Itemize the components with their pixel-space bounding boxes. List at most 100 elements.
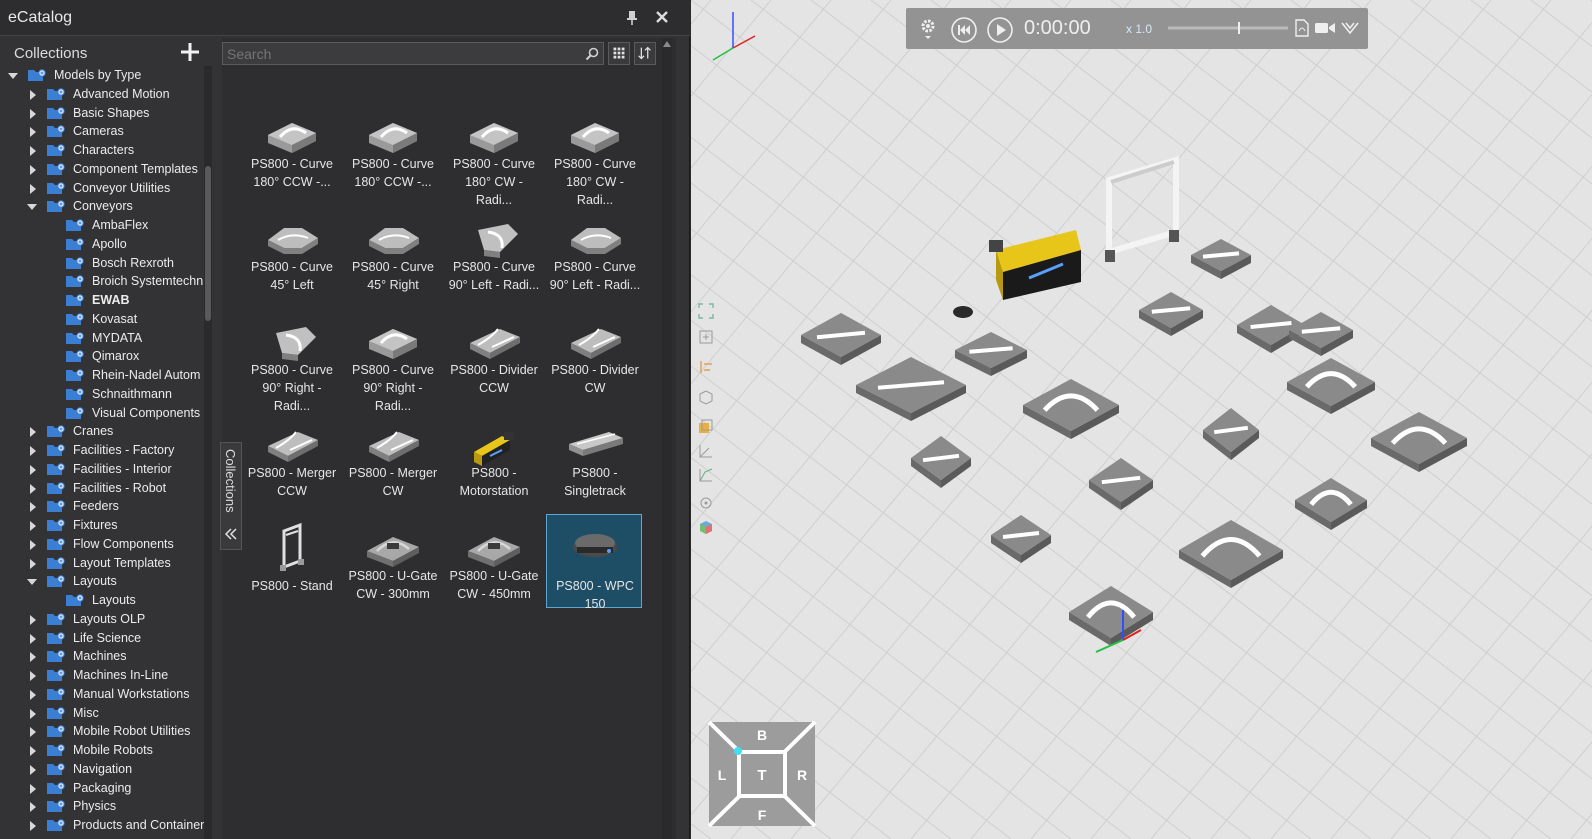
fit-all-icon[interactable] <box>697 302 715 320</box>
chevron-right-icon[interactable] <box>30 633 36 644</box>
model-tile[interactable]: PS800 - Curve 90° Left - Radi... <box>445 205 541 299</box>
chevron-right-icon[interactable] <box>30 89 36 100</box>
tree-item[interactable]: Mobile Robots <box>0 741 204 760</box>
tree-item[interactable]: Machines <box>0 647 204 666</box>
chevron-right-icon[interactable] <box>30 183 36 194</box>
model-tile[interactable]: PS800 - Curve 180° CW - Radi... <box>546 102 642 207</box>
tree-scroll-thumb[interactable] <box>205 166 211 321</box>
material-icon[interactable] <box>697 518 715 536</box>
model-tile[interactable]: PS800 - Stand <box>243 514 339 608</box>
tree-item[interactable]: Kovasat <box>0 310 204 329</box>
tree-item[interactable]: MYDATA <box>0 329 204 348</box>
view-cube-right[interactable]: R <box>797 767 807 783</box>
chevron-right-icon[interactable] <box>30 108 36 119</box>
chevron-right-icon[interactable] <box>30 802 36 813</box>
model-tile[interactable]: PS800 - Curve 90° Left - Radi... <box>546 205 642 299</box>
model-tile[interactable]: PS800 - Merger CCW <box>243 411 339 505</box>
vr-icon[interactable] <box>1340 19 1360 37</box>
snap-icon[interactable] <box>697 466 715 484</box>
scroll-up-arrow-icon[interactable] <box>663 41 671 47</box>
camera-target-icon[interactable] <box>697 494 715 512</box>
chevron-right-icon[interactable] <box>30 727 36 738</box>
tree-item[interactable]: Rhein-Nadel Autom <box>0 366 204 385</box>
grid-view-button[interactable] <box>608 42 630 65</box>
model-tile[interactable]: PS800 - Curve 180° CW - Radi... <box>445 102 541 207</box>
view-cube[interactable]: T B F L R <box>707 720 817 828</box>
search-box[interactable] <box>222 42 604 65</box>
tree-item[interactable]: Facilities - Factory <box>0 441 204 460</box>
chevron-down-icon[interactable] <box>27 579 37 586</box>
model-tile[interactable]: PS800 - Curve 45° Right <box>344 205 440 299</box>
grid-scrollbar[interactable] <box>662 38 672 839</box>
tree-item[interactable]: Qimarox <box>0 347 204 366</box>
chevron-right-icon[interactable] <box>30 764 36 775</box>
tree-item[interactable]: Layouts <box>0 572 204 591</box>
chevron-right-icon[interactable] <box>30 671 36 681</box>
chevron-right-icon[interactable] <box>30 614 36 625</box>
collections-side-tab[interactable]: Collections <box>220 442 242 550</box>
tree-item[interactable]: Conveyor Utilities <box>0 179 204 198</box>
view-cube-top[interactable]: T <box>757 767 766 784</box>
tree-item[interactable]: AmbaFlex <box>0 216 204 235</box>
render-mode-icon[interactable] <box>697 418 715 436</box>
3d-viewport[interactable]: 0:00:00 x 1.0 T B F L R <box>691 0 1592 839</box>
tree-item[interactable]: Facilities - Interior <box>0 460 204 479</box>
tree-item[interactable]: Navigation <box>0 760 204 779</box>
view-cube-back[interactable]: B <box>757 727 767 743</box>
tree-item[interactable]: Cameras <box>0 122 204 141</box>
model-tile[interactable]: PS800 - Singletrack <box>546 411 642 505</box>
model-tile[interactable]: PS800 - Curve 90° Right - Radi... <box>243 308 339 413</box>
chevron-right-icon[interactable] <box>30 746 36 756</box>
chevron-right-icon[interactable] <box>30 502 36 513</box>
tree-item[interactable]: Flow Components <box>0 535 204 554</box>
chevron-right-icon[interactable] <box>30 783 36 794</box>
tree-item[interactable]: Characters <box>0 141 204 160</box>
model-tile[interactable]: PS800 - Merger CW <box>344 411 440 505</box>
tree-item[interactable]: Mobile Robot Utilities <box>0 722 204 741</box>
chevron-right-icon[interactable] <box>30 427 36 438</box>
chevron-right-icon[interactable] <box>30 164 36 175</box>
tree-item[interactable]: Cranes <box>0 422 204 441</box>
model-tile[interactable]: PS800 - Divider CW <box>546 308 642 402</box>
tree-item[interactable]: Layout Templates <box>0 554 204 573</box>
video-record-icon[interactable] <box>1314 20 1336 36</box>
chevron-right-icon[interactable] <box>30 483 36 494</box>
tree-item[interactable]: Conveyors <box>0 197 204 216</box>
chevron-right-icon[interactable] <box>30 464 36 475</box>
tree-item[interactable]: Advanced Motion <box>0 85 204 104</box>
chevron-right-icon[interactable] <box>30 521 36 531</box>
gear-icon[interactable] <box>918 18 938 40</box>
chevron-down-icon[interactable] <box>8 73 18 79</box>
chevron-right-icon[interactable] <box>30 708 36 719</box>
tree-item[interactable]: Physics <box>0 797 204 816</box>
double-chevron-left-icon[interactable] <box>224 527 238 541</box>
model-tile[interactable]: PS800 - Curve 180° CCW -... <box>243 102 339 196</box>
chevron-right-icon[interactable] <box>30 146 36 156</box>
pin-icon[interactable] <box>624 10 640 26</box>
speed-slider[interactable] <box>1168 22 1288 34</box>
tree-item[interactable]: Manual Workstations <box>0 685 204 704</box>
close-icon[interactable] <box>654 9 670 25</box>
align-icon[interactable] <box>697 358 715 376</box>
model-tile[interactable]: PS800 - WPC 150 <box>546 514 642 611</box>
tree-item[interactable]: Apollo <box>0 235 204 254</box>
tree-item[interactable]: Feeders <box>0 497 204 516</box>
search-input[interactable] <box>227 45 577 63</box>
chevron-right-icon[interactable] <box>30 446 36 456</box>
tree-item[interactable]: Layouts <box>0 591 204 610</box>
view-cube-left[interactable]: L <box>718 767 727 783</box>
tree-item[interactable]: Component Templates <box>0 160 204 179</box>
coordinate-system-icon[interactable] <box>697 442 715 460</box>
tree-item[interactable]: Broich Systemtechn <box>0 272 204 291</box>
model-tile[interactable]: PS800 - Curve 90° Right - Radi... <box>344 308 440 413</box>
tree-item[interactable]: Life Science <box>0 629 204 648</box>
tree-item[interactable]: Bosch Rexroth <box>0 254 204 273</box>
tree-item[interactable]: Layouts OLP <box>0 610 204 629</box>
model-tile[interactable]: PS800 - U-Gate CW - 300mm <box>344 514 440 608</box>
box-icon[interactable] <box>697 388 715 406</box>
play-button[interactable] <box>986 16 1014 44</box>
sort-button[interactable] <box>634 42 656 65</box>
tree-item[interactable]: EWAB <box>0 291 204 310</box>
view-cube-front[interactable]: F <box>758 807 767 823</box>
model-tile[interactable]: PS800 - Curve 180° CCW -... <box>344 102 440 196</box>
